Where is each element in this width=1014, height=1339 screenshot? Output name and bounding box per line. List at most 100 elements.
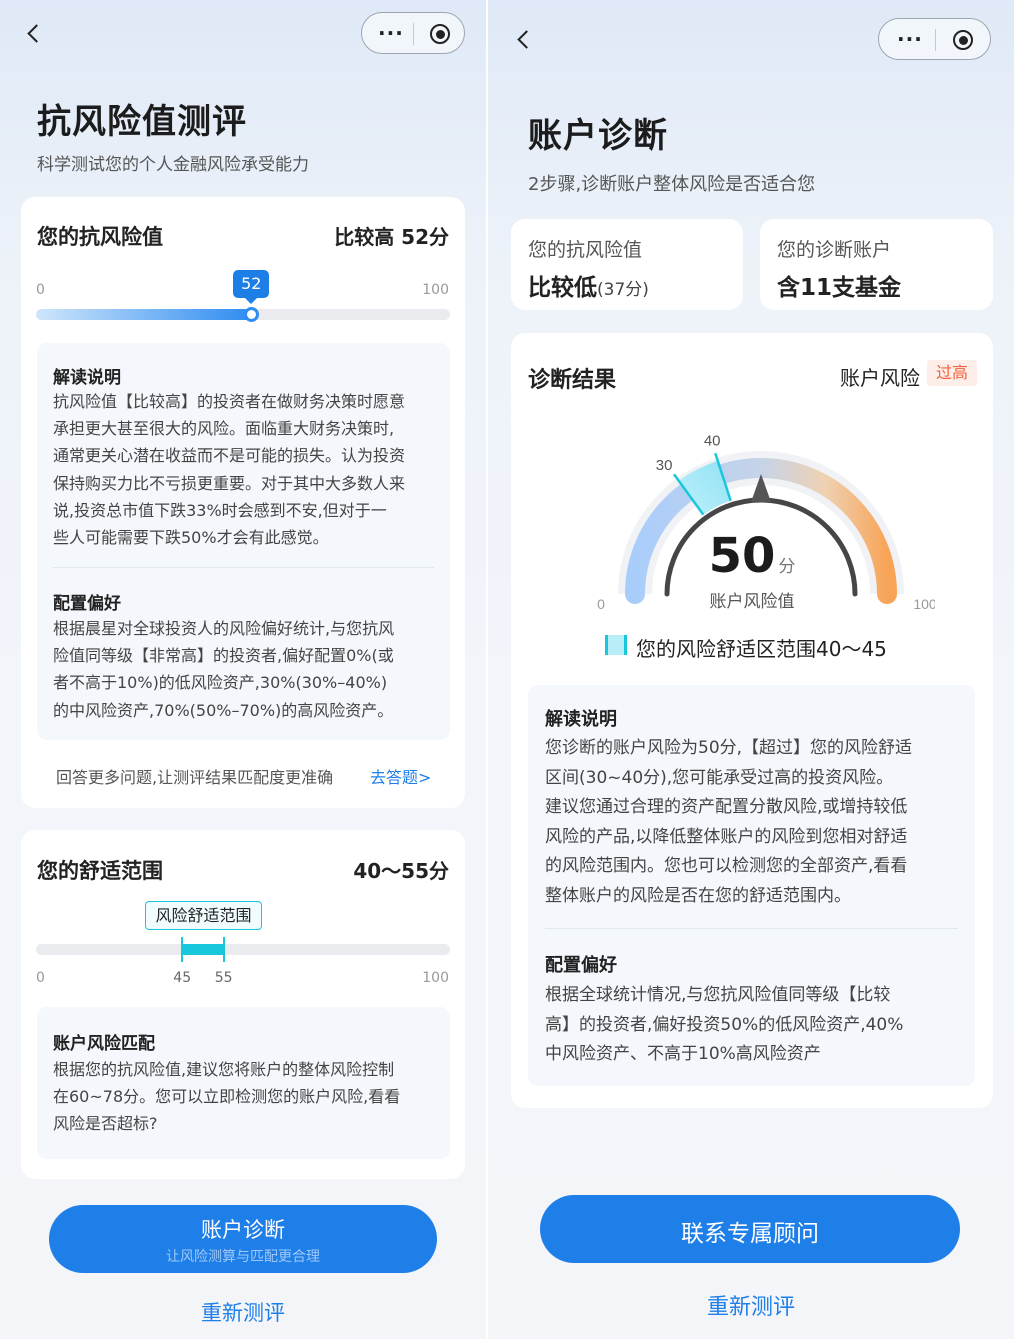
scale-min-label: 0 <box>36 282 45 298</box>
diagnosis-result-card: 诊断结果 账户风险 过高 30 40 0 100 50 分 账户风险值 您的风险… <box>511 333 993 1108</box>
interpretation-text: 抗风险值【比较高】的投资者在做财务决策时愿意 承担更大甚至很大的风险。面临重大财… <box>53 388 405 551</box>
interpretation-title: 解读说明 <box>545 709 617 730</box>
more-questions-text: 回答更多问题,让测评结果匹配度更准确 <box>56 768 334 787</box>
risk-card-title: 您的抗风险值 <box>37 225 163 249</box>
diagnosis-account-mini-card: 您的诊断账户 含11支基金 <box>760 219 993 310</box>
gauge-value-row: 50 分 <box>511 528 993 584</box>
mini-card-value-row: 比较低(37分) <box>528 268 649 302</box>
mini-card-value: 比较低 <box>528 275 597 301</box>
comfort-tick-100: 100 <box>422 970 449 986</box>
gauge-value: 50 <box>708 528 776 584</box>
text-line: 您诊断的账户风险为50分,【超过】您的风险舒适 <box>545 738 913 758</box>
mini-card-label: 您的抗风险值 <box>528 239 643 261</box>
result-interpretation-box: 解读说明 您诊断的账户风险为50分,【超过】您的风险舒适 区间(30~40分),… <box>528 685 975 1086</box>
comfort-range-tag: 风险舒适范围 <box>145 901 262 930</box>
text-line: 风险的产品,以降低整体账户的风险到您相对舒适 <box>545 826 908 847</box>
text-line: 承担更大甚至很大的风险。面临重大财务决策时, <box>53 419 395 439</box>
text-line: 险值同等级【非常高】的投资者,偏好配置0%(或 <box>53 646 394 666</box>
text-line: 抗风险值【比较高】的投资者在做财务决策时愿意 <box>53 392 406 411</box>
button-sublabel: 让风险测算与匹配更合理 <box>166 1249 320 1265</box>
retest-link[interactable]: 重新测评 <box>0 1297 486 1327</box>
text-line: 整体账户的风险是否在您的舒适范围内。 <box>545 885 851 906</box>
score-bubble: 52 <box>233 270 270 304</box>
text-line: 的风险范围内。您也可以检测您的全部资产,看看 <box>545 856 908 877</box>
comfort-tick-0: 0 <box>36 970 45 986</box>
text-line: 风险是否超标? <box>53 1114 158 1134</box>
divider <box>53 567 434 568</box>
left-screen: ··· 抗风险值测评 科学测试您的个人金融风险承受能力 您的抗风险值 比较高 5… <box>0 0 486 1339</box>
risk-score-knob <box>243 307 259 322</box>
risk-card-summary: 比较高 52分 <box>334 225 449 249</box>
risk-value-card: 您的抗风险值 比较高 52分 0 100 52 解读说明 抗风险值【比较高】的投… <box>21 197 465 808</box>
mini-program-capsule: ··· <box>878 18 991 60</box>
retest-link[interactable]: 重新测评 <box>488 1289 1014 1321</box>
account-risk-label: 账户风险 <box>840 366 920 390</box>
text-line: 高】的投资者,偏好投资50%的低风险资产,40% <box>545 1014 904 1035</box>
account-diagnosis-button[interactable]: 账户诊断 让风险测算与匹配更合理 <box>49 1205 437 1273</box>
comfort-legend-text: 您的风险舒适区范围40～45 <box>636 637 887 661</box>
text-line: 建议您通过合理的资产配置分散风险,或增持较低 <box>545 797 908 818</box>
record-icon[interactable] <box>953 30 973 50</box>
text-line: 在60~78分。您可以立即检测您的账户风险,看看 <box>53 1087 401 1107</box>
gauge-label-30: 30 <box>656 457 673 474</box>
allocation-text: 根据晨星对全球投资人的风险偏好统计,与您抗风 险值同等级【非常高】的投资者,偏好… <box>53 615 394 724</box>
answer-link[interactable]: 去答题> <box>370 764 431 788</box>
mini-card-label: 您的诊断账户 <box>777 239 892 261</box>
account-match-box: 账户风险匹配 根据您的抗风险值,建议您将账户的整体风险控制 在60~78分。您可… <box>37 1007 450 1159</box>
right-screen: ··· 账户诊断 2步骤,诊断账户整体风险是否适合您 您的抗风险值 比较低(37… <box>488 0 1014 1339</box>
button-label: 联系专属顾问 <box>681 1221 819 1247</box>
text-line: 根据全球统计情况,与您抗风险值同等级【比较 <box>545 985 891 1005</box>
comfort-range-end-marker <box>222 937 225 962</box>
page-title: 账户诊断 <box>528 116 668 156</box>
account-match-title: 账户风险匹配 <box>53 1034 155 1054</box>
back-chevron-icon[interactable] <box>516 30 536 50</box>
record-icon[interactable] <box>430 24 450 44</box>
allocation-title: 配置偏好 <box>53 594 121 614</box>
scale-max-label: 100 <box>422 282 449 298</box>
comfort-track <box>36 944 450 955</box>
allocation-text: 根据全球统计情况,与您抗风险值同等级【比较 高】的投资者,偏好投资50%的低风险… <box>545 981 903 1070</box>
risk-status-badge: 过高 <box>927 360 977 386</box>
text-line: 区间(30~40分),您可能承受过高的投资风险。 <box>545 767 894 788</box>
comfort-legend-swatch <box>605 635 627 655</box>
text-line: 者不高于10%)的低风险资产,30%(30%–40%) <box>53 673 388 693</box>
mini-program-capsule: ··· <box>361 12 465 54</box>
mini-card-value-sub: (37分) <box>597 280 649 300</box>
text-line: 根据您的抗风险值,建议您将账户的整体风险控制 <box>53 1060 395 1079</box>
text-line: 保持购买力比不亏损更重要。对于其中大多数人来 <box>53 473 406 493</box>
comfort-range-fill <box>182 944 224 955</box>
divider <box>545 928 958 929</box>
text-line: 说,投资总市值下跌33%时会感到不安,但对于一 <box>53 500 387 520</box>
page-title: 抗风险值测评 <box>37 102 247 142</box>
comfort-tick-55: 55 <box>214 970 233 986</box>
risk-score-fill <box>36 309 252 320</box>
interpretation-title: 解读说明 <box>53 368 121 388</box>
comfort-range-card: 您的舒适范围 40～55分 风险舒适范围 0 45 55 100 账户风险匹配 … <box>21 830 465 1179</box>
capsule-divider <box>935 29 936 51</box>
mini-card-value: 含11支基金 <box>777 275 902 301</box>
text-line: 根据晨星对全球投资人的风险偏好统计,与您抗风 <box>53 619 395 638</box>
comfort-tick-45: 45 <box>173 970 192 986</box>
gauge-label-40: 40 <box>704 433 721 450</box>
interpretation-box: 解读说明 抗风险值【比较高】的投资者在做财务决策时愿意 承担更大甚至很大的风险。… <box>37 343 450 740</box>
risk-value-mini-card: 您的抗风险值 比较低(37分) <box>511 219 743 310</box>
button-label: 账户诊断 <box>201 1218 285 1242</box>
text-line: 中风险资产、不高于10%高风险资产 <box>545 1044 821 1065</box>
interpretation-text: 您诊断的账户风险为50分,【超过】您的风险舒适 区间(30~40分),您可能承受… <box>545 734 912 912</box>
account-match-text: 根据您的抗风险值,建议您将账户的整体风险控制 在60~78分。您可以立即检测您的… <box>53 1056 400 1138</box>
text-line: 通常更关心潜在收益而不是可能的损失。认为投资 <box>53 446 406 466</box>
capsule-divider <box>413 23 414 45</box>
contact-advisor-button[interactable]: 联系专属顾问 <box>540 1195 960 1263</box>
comfort-range-start-marker <box>181 937 184 962</box>
result-card-title: 诊断结果 <box>528 368 617 393</box>
more-dots-icon[interactable]: ··· <box>897 27 923 51</box>
page-subtitle: 2步骤,诊断账户整体风险是否适合您 <box>528 174 816 195</box>
more-dots-icon[interactable]: ··· <box>378 21 404 45</box>
comfort-card-summary: 40～55分 <box>353 859 449 883</box>
text-line: 些人可能需要下跌50%才会有此感觉。 <box>53 528 329 548</box>
comfort-card-title: 您的舒适范围 <box>37 859 163 883</box>
gauge-caption: 账户风险值 <box>709 592 795 612</box>
gauge-unit: 分 <box>778 557 796 577</box>
page-subtitle: 科学测试您的个人金融风险承受能力 <box>37 155 309 175</box>
back-chevron-icon[interactable] <box>26 24 46 44</box>
